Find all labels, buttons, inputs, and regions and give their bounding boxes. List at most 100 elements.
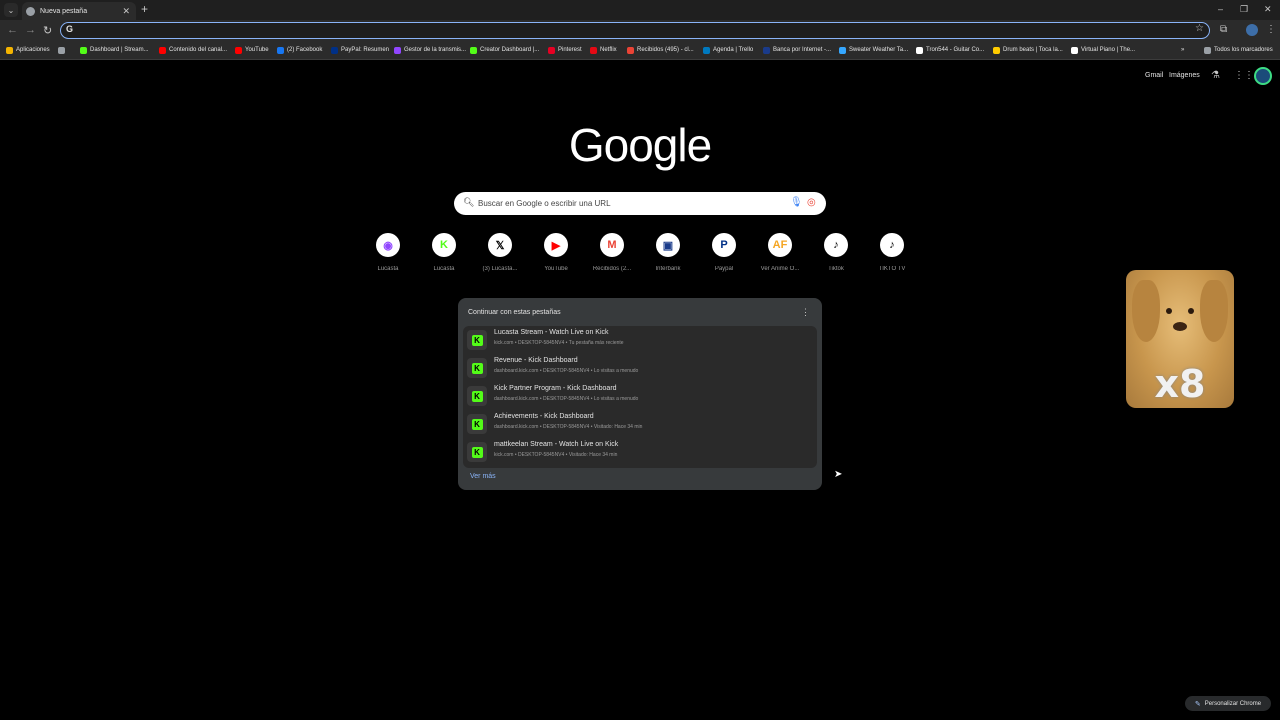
- card-tab-list: K Lucasta Stream - Watch Live on Kick kick…: [463, 326, 817, 468]
- bookmark-item[interactable]: Pinterest: [548, 44, 582, 56]
- google-lens-icon[interactable]: ◎: [807, 197, 816, 208]
- bookmark-item[interactable]: Dashboard | Stream...: [80, 44, 149, 56]
- address-bar[interactable]: G ☆: [60, 22, 1210, 39]
- shortcut-tile[interactable]: 𝕏 (3) Lucasta...: [472, 233, 528, 272]
- images-link[interactable]: Imágenes: [1169, 72, 1200, 79]
- bookmark-item[interactable]: Gestor de la transmis...: [394, 44, 466, 56]
- back-button[interactable]: ←: [7, 24, 18, 36]
- microphone-icon[interactable]: 🎙︎: [790, 197, 803, 208]
- shortcut-label: (3) Lucasta...: [482, 266, 518, 272]
- restore-button[interactable]: ❐: [1240, 4, 1248, 15]
- bookmark-favicon-icon: [470, 46, 477, 54]
- shortcut-tile[interactable]: ♪ Tiktok: [808, 233, 864, 272]
- forward-button[interactable]: →: [25, 24, 36, 36]
- shortcut-label: Ver Anime O...: [760, 266, 800, 272]
- search-box[interactable]: 🔍︎ 🎙︎ ◎: [454, 192, 826, 215]
- recent-tab-row[interactable]: K Revenue - Kick Dashboard dashboard.kick.…: [463, 354, 817, 382]
- bookmark-favicon-icon: [6, 46, 13, 54]
- profile-avatar-small[interactable]: [1246, 24, 1258, 36]
- kick-icon: K: [467, 330, 487, 350]
- bookmark-favicon-icon: [1071, 46, 1078, 54]
- reload-button[interactable]: ↻: [43, 24, 52, 37]
- card-menu-icon[interactable]: ⋮: [801, 307, 810, 318]
- bookmark-item[interactable]: Virtual Piano | The...: [1071, 44, 1135, 56]
- google-logo: Google: [568, 119, 712, 171]
- shortcut-tile[interactable]: ▶ YouTube: [528, 233, 584, 272]
- bookmark-favicon-icon: [916, 46, 923, 54]
- bookmark-item[interactable]: Recibidos (495) - cl...: [627, 44, 694, 56]
- shortcut-tile[interactable]: K Lucasta: [416, 233, 472, 272]
- shortcut-tile[interactable]: P Paypal: [696, 233, 752, 272]
- tab-strip: ⌄ Nueva pestaña ✕ + – ❐ ✕: [0, 0, 1280, 20]
- shortcut-tile[interactable]: ▣ Interbank: [640, 233, 696, 272]
- bookmark-item[interactable]: Drum beats | Toca la...: [993, 44, 1063, 56]
- shortcut-tile[interactable]: ♪ TIKTO TV: [864, 233, 920, 272]
- bookmark-item[interactable]: Creator Dashboard |...: [470, 44, 539, 56]
- shortcut-tile[interactable]: AF Ver Anime O...: [752, 233, 808, 272]
- bookmark-label: Drum beats | Toca la...: [1003, 47, 1063, 53]
- bookmark-item[interactable]: Sweater Weather Ta...: [839, 44, 908, 56]
- bookmark-label: Todos los marcadores: [1214, 47, 1273, 53]
- bookmark-item[interactable]: Netflix: [590, 44, 617, 56]
- shortcut-icon: ♪: [880, 233, 904, 257]
- gmail-link[interactable]: Gmail: [1145, 72, 1163, 79]
- recent-tab-row[interactable]: Kmattkeelan Stream - Watch Live on Kick k…: [463, 438, 817, 466]
- bookmark-item[interactable]: YouTube: [235, 44, 269, 56]
- tab-close-icon[interactable]: ✕: [122, 6, 130, 17]
- bookmark-item[interactable]: (2) Facebook: [277, 44, 322, 56]
- profile-avatar[interactable]: [1254, 67, 1272, 85]
- bookmark-label: Virtual Piano | The...: [1081, 47, 1136, 53]
- bookmark-star-icon[interactable]: ☆: [1195, 23, 1204, 34]
- tab-search-button[interactable]: ⌄: [4, 3, 18, 17]
- bookmark-item[interactable]: Todos los marcadores: [1204, 44, 1273, 56]
- see-more-link[interactable]: Ver más: [470, 473, 496, 480]
- bookmark-item[interactable]: PayPal: Resumen: [331, 44, 389, 56]
- bookmark-item[interactable]: Agenda | Trello: [703, 44, 753, 56]
- new-tab-button[interactable]: +: [141, 2, 148, 16]
- recent-tab-subtitle: dashboard.kick.com • DESKTOP-5845NV4 • V…: [494, 424, 643, 430]
- bookmark-item[interactable]: Tron544 - Guitar Co...: [916, 44, 984, 56]
- minimize-button[interactable]: –: [1218, 4, 1223, 14]
- bookmark-label: Recibidos (495) - cl...: [637, 47, 694, 53]
- extensions-icon[interactable]: ⧉: [1220, 24, 1227, 35]
- bookmark-label: Aplicaciones: [16, 47, 50, 53]
- recent-tab-title: Lucasta Stream - Watch Live on Kick: [494, 329, 609, 336]
- bookmark-item[interactable]: Banca por Internet -...: [763, 44, 831, 56]
- labs-flask-icon[interactable]: ⚗: [1211, 70, 1220, 81]
- tab-title: Nueva pestaña: [40, 7, 88, 15]
- bookmark-label: Creator Dashboard |...: [480, 47, 540, 53]
- recent-tab-subtitle: dashboard.kick.com • DESKTOP-5845NV4 • L…: [494, 396, 639, 402]
- search-input[interactable]: [478, 192, 778, 215]
- bookmark-label: Contenido del canal...: [169, 47, 228, 53]
- close-window-button[interactable]: ✕: [1264, 4, 1272, 15]
- tab-new-tab[interactable]: Nueva pestaña ✕: [22, 2, 136, 20]
- bookmark-label: (2) Facebook: [287, 47, 323, 53]
- bookmark-label: YouTube: [245, 47, 269, 53]
- recent-tab-row[interactable]: K Kick Partner Program - Kick Dashboard da…: [463, 382, 817, 410]
- chrome-menu-icon[interactable]: ⋮: [1266, 24, 1276, 35]
- recent-tab-row[interactable]: K Lucasta Stream - Watch Live on Kick kick…: [463, 326, 817, 354]
- puppy-eye-right: [1188, 308, 1194, 314]
- bookmark-favicon-icon: [277, 46, 284, 54]
- shortcut-label: Interbank: [655, 266, 681, 272]
- kick-icon: K: [467, 386, 487, 406]
- recent-tab-row[interactable]: K Achievements - Kick Dashboard dashboard.…: [463, 410, 817, 438]
- shortcut-icon: P: [712, 233, 736, 257]
- mouse-cursor-icon: ➤: [834, 469, 843, 480]
- bookmarks-overflow-chevron-icon[interactable]: »: [1181, 44, 1184, 56]
- customize-chrome-button[interactable]: ✎ Personalizar Chrome: [1185, 696, 1271, 711]
- bookmark-favicon-icon: [58, 46, 65, 54]
- kick-icon: K: [467, 414, 487, 434]
- kick-icon: K: [467, 442, 487, 462]
- shortcut-tile[interactable]: M Recibidos (2...: [584, 233, 640, 272]
- shortcut-label: YouTube: [544, 266, 568, 272]
- bookmark-favicon-icon: [590, 46, 597, 54]
- shortcut-tile[interactable]: ◉ Lucasta: [360, 233, 416, 272]
- bookmark-item[interactable]: Aplicaciones: [6, 44, 50, 56]
- bookmark-favicon-icon: [80, 46, 87, 54]
- bookmark-favicon-icon: [627, 46, 634, 54]
- shortcut-icon: ▶: [544, 233, 568, 257]
- bookmark-item[interactable]: Contenido del canal...: [159, 44, 227, 56]
- puppy-nose: [1173, 322, 1187, 331]
- bookmark-item[interactable]: [58, 44, 68, 56]
